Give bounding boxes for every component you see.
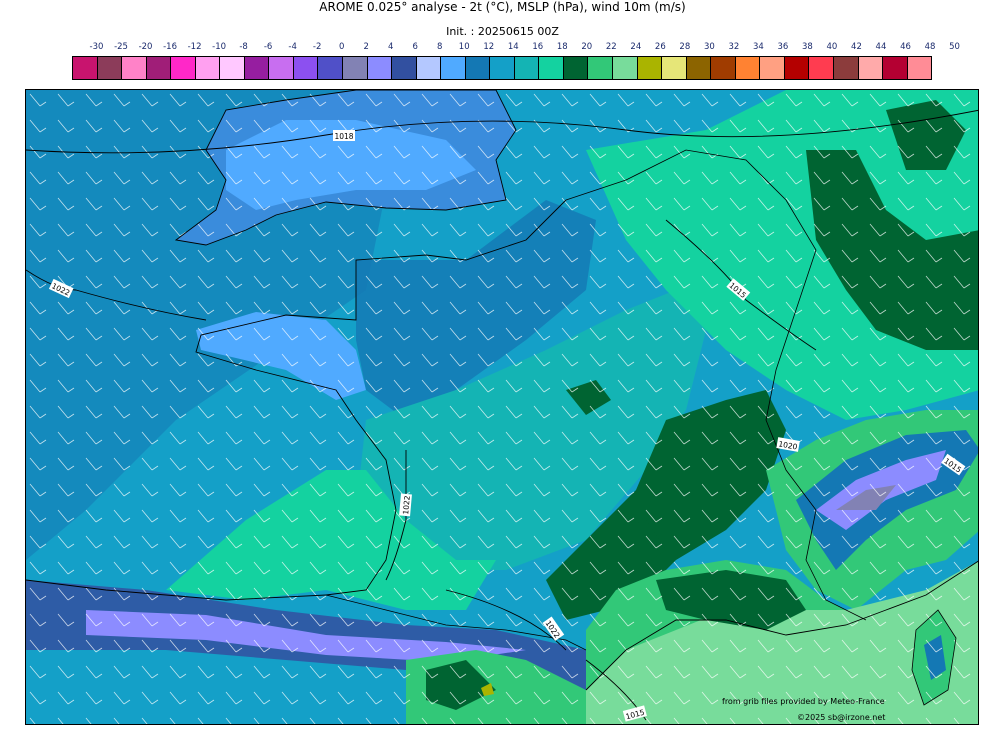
colorbar-swatch bbox=[220, 57, 245, 79]
colorbar-swatch bbox=[588, 57, 614, 79]
colorbar-swatch bbox=[514, 57, 540, 79]
colorbar-tick-label: -4 bbox=[288, 42, 297, 52]
colorbar-tick-label: 32 bbox=[728, 42, 740, 52]
colorbar-tick-label: 42 bbox=[851, 42, 862, 52]
temperature-map[interactable]: 1018 1022 1015 1020 1022 1022 1015 1015 bbox=[25, 89, 979, 725]
colorbar-tick-label: 2 bbox=[363, 42, 369, 52]
colorbar-swatch bbox=[122, 57, 147, 79]
colorbar-tick-label: -20 bbox=[138, 42, 153, 52]
colorbar-tick-label: 50 bbox=[949, 42, 960, 52]
colorbar-tick-label: 14 bbox=[507, 42, 519, 52]
colorbar-tick-label: 4 bbox=[387, 42, 394, 52]
colorbar-tick-label: 30 bbox=[703, 42, 715, 52]
colorbar-swatch bbox=[392, 57, 417, 79]
colorbar-swatch bbox=[784, 57, 810, 79]
colorbar-tick-label: 12 bbox=[483, 42, 495, 52]
colorbar-tick-label: -16 bbox=[163, 42, 177, 52]
colorbar-swatch bbox=[97, 57, 123, 79]
colorbar-swatch bbox=[465, 57, 491, 79]
colorbar-swatch bbox=[293, 57, 319, 79]
colorbar-swatch bbox=[711, 57, 736, 79]
copyright-credit: ©2025 sb@irzone.net bbox=[797, 713, 886, 722]
colorbar-swatch bbox=[858, 57, 884, 79]
colorbar-tick-label: 48 bbox=[924, 42, 936, 52]
colorbar-tick-label: 26 bbox=[654, 42, 666, 52]
colorbar-swatch bbox=[244, 57, 270, 79]
colorbar-swatch bbox=[662, 57, 687, 79]
colorbar-tick-label: 0 bbox=[338, 42, 345, 52]
colorbar-swatch bbox=[490, 57, 515, 79]
colorbar-swatch bbox=[760, 57, 785, 79]
colorbar-tick-label: -10 bbox=[212, 42, 227, 52]
isobar-label: 1018 bbox=[334, 132, 353, 141]
colorbar-tick-label: 10 bbox=[458, 42, 470, 52]
colorbar-tick-label: 18 bbox=[556, 42, 568, 52]
colorbar-swatch bbox=[613, 57, 638, 79]
colorbar-swatch bbox=[539, 57, 564, 79]
colorbar-swatch bbox=[907, 57, 932, 79]
colorbar-tick-label: 16 bbox=[532, 42, 544, 52]
colorbar-tick-label: 22 bbox=[605, 42, 617, 52]
colorbar-swatch bbox=[809, 57, 834, 79]
colorbar-tick-label: 36 bbox=[777, 42, 789, 52]
colorbar-swatch bbox=[416, 57, 442, 79]
colorbar-tick-label: 24 bbox=[630, 42, 642, 52]
colorbar-swatch bbox=[73, 57, 98, 79]
colorbar-tick-label: 8 bbox=[436, 42, 443, 52]
colorbar-swatch bbox=[441, 57, 466, 79]
colorbar-tick-label: 44 bbox=[875, 42, 887, 52]
colorbar-tick-label: 34 bbox=[752, 42, 764, 52]
colorbar-swatch bbox=[735, 57, 761, 79]
colorbar-tick-label: 38 bbox=[802, 42, 813, 52]
colorbar-swatch bbox=[883, 57, 908, 79]
colorbar-tick-label: 6 bbox=[412, 42, 418, 52]
colorbar-tick-label: -30 bbox=[89, 42, 104, 52]
colorbar-swatch bbox=[686, 57, 712, 79]
colorbar-swatch bbox=[171, 57, 196, 79]
colorbar-tick-label: 46 bbox=[900, 42, 911, 52]
colorbar-swatch bbox=[146, 57, 172, 79]
colorbar-swatch bbox=[367, 57, 393, 79]
colorbar-tick-label: 40 bbox=[826, 42, 838, 52]
colorbar-tick-label: -2 bbox=[312, 42, 322, 52]
colorbar-swatch bbox=[318, 57, 344, 79]
isobar-label: 1022 bbox=[401, 495, 412, 515]
colorbar-swatch bbox=[195, 57, 221, 79]
colorbar-swatch bbox=[637, 57, 663, 79]
colorbar-ticks: -30 -25 -20 -16 -12 -10 -8 -6 -4 -2 0 2 4 6 8 10 12 14 16 1… bbox=[72, 42, 960, 54]
colorbar-tick-label: 28 bbox=[679, 42, 691, 52]
colorbar-tick-label: -12 bbox=[187, 42, 202, 52]
colorbar-tick-label: -8 bbox=[239, 42, 248, 52]
chart-title: AROME 0.025° analyse - 2t (°C), MSLP (hP… bbox=[319, 0, 686, 14]
temperature-colorbar bbox=[72, 56, 932, 80]
colorbar-tick-label: 20 bbox=[581, 42, 593, 52]
colorbar-swatch bbox=[563, 57, 589, 79]
colorbar-tick-label: -25 bbox=[114, 42, 128, 52]
init-time-label: Init. : 20250615 00Z bbox=[446, 25, 559, 38]
colorbar-swatch bbox=[343, 57, 368, 79]
colorbar-swatch bbox=[833, 57, 859, 79]
colorbar-tick-label: -6 bbox=[263, 42, 273, 52]
data-source-credit: from grib files provided by Meteo-France bbox=[722, 697, 885, 706]
colorbar-swatch bbox=[269, 57, 294, 79]
